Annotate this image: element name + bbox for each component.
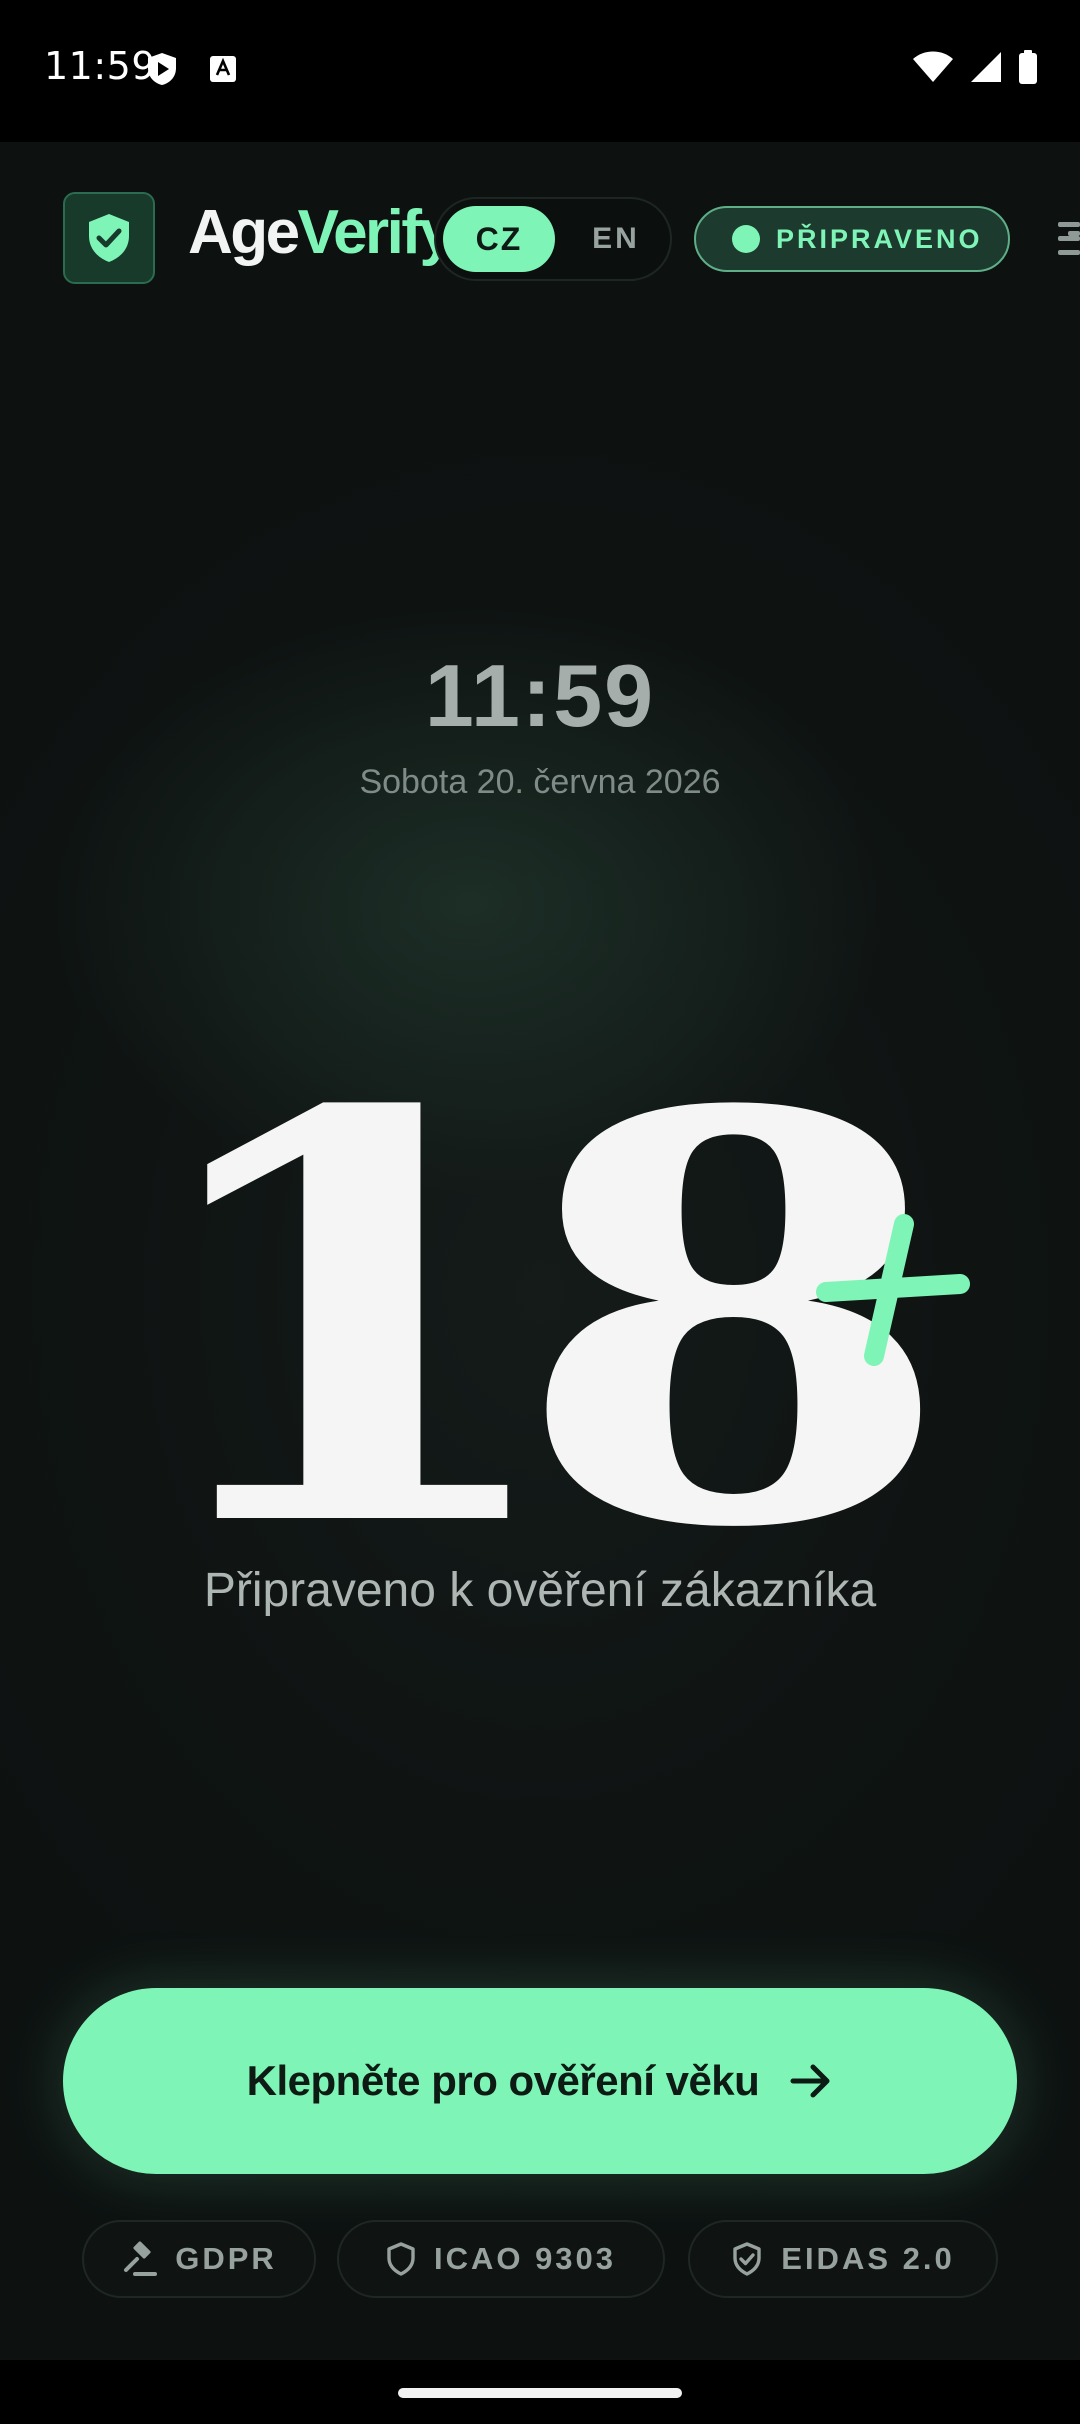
ready-message: Připraveno k ověření zákazníka	[203, 1564, 877, 1617]
lang-option-cz[interactable]: CZ	[443, 206, 555, 272]
app-content: Age Verify CZ EN PŘIPRAVENO 11:59 Sobota …	[0, 142, 1080, 2360]
notification-icons	[146, 52, 238, 91]
language-toggle: CZ EN	[434, 197, 672, 281]
shield-check-icon	[733, 2242, 761, 2276]
age-limit-number: 18	[130, 993, 954, 1651]
wifi-icon	[912, 51, 954, 88]
screen: 11:59 Age Verify CZ EN PŘIPRAVENO 11:59 …	[0, 0, 1080, 2424]
verify-age-button-label: Klepněte pro ověření věku	[246, 2057, 760, 2104]
badge-eidas-label: EIDAS 2.0	[781, 2241, 955, 2276]
status-label: PŘIPRAVENO	[776, 223, 983, 254]
signal-icon	[970, 51, 1002, 88]
navigation-bar	[0, 2360, 1080, 2424]
clock: 11:59	[424, 646, 656, 745]
badge-icao-label: ICAO 9303	[433, 2241, 617, 2276]
brand-name: Age Verify	[188, 198, 454, 267]
battery-icon	[1018, 50, 1038, 89]
status-dot-icon	[732, 225, 760, 253]
badge-eidas: EIDAS 2.0	[688, 2220, 998, 2298]
badge-icao: ICAO 9303	[337, 2220, 665, 2298]
play-protect-icon	[146, 52, 178, 91]
system-icons	[912, 50, 1038, 89]
home-indicator[interactable]	[398, 2388, 682, 2398]
brand-name-age: Age	[188, 198, 300, 267]
age-plus-sign	[816, 1214, 970, 1366]
gavel-icon	[124, 2241, 158, 2276]
verify-age-button[interactable]: Klepněte pro ověření věku	[63, 1988, 1017, 2174]
date: Sobota 20. června 2026	[359, 763, 721, 801]
app-logo	[63, 192, 155, 284]
status-badge: PŘIPRAVENO	[694, 206, 1010, 272]
status-time: 11:59	[44, 44, 157, 88]
badge-gdpr: GDPR	[82, 2220, 316, 2298]
settings-menu-icon[interactable]	[1058, 216, 1080, 267]
shield-check-logo-icon	[89, 214, 129, 262]
lang-option-en[interactable]: EN	[566, 206, 666, 272]
brand-name-verify: Verify	[297, 198, 454, 267]
shield-icon	[387, 2242, 415, 2276]
badge-gdpr-label: GDPR	[175, 2241, 277, 2276]
keyboard-icon	[208, 54, 238, 89]
status-bar: 11:59	[0, 0, 1080, 142]
arrow-right-icon	[789, 2061, 833, 2101]
